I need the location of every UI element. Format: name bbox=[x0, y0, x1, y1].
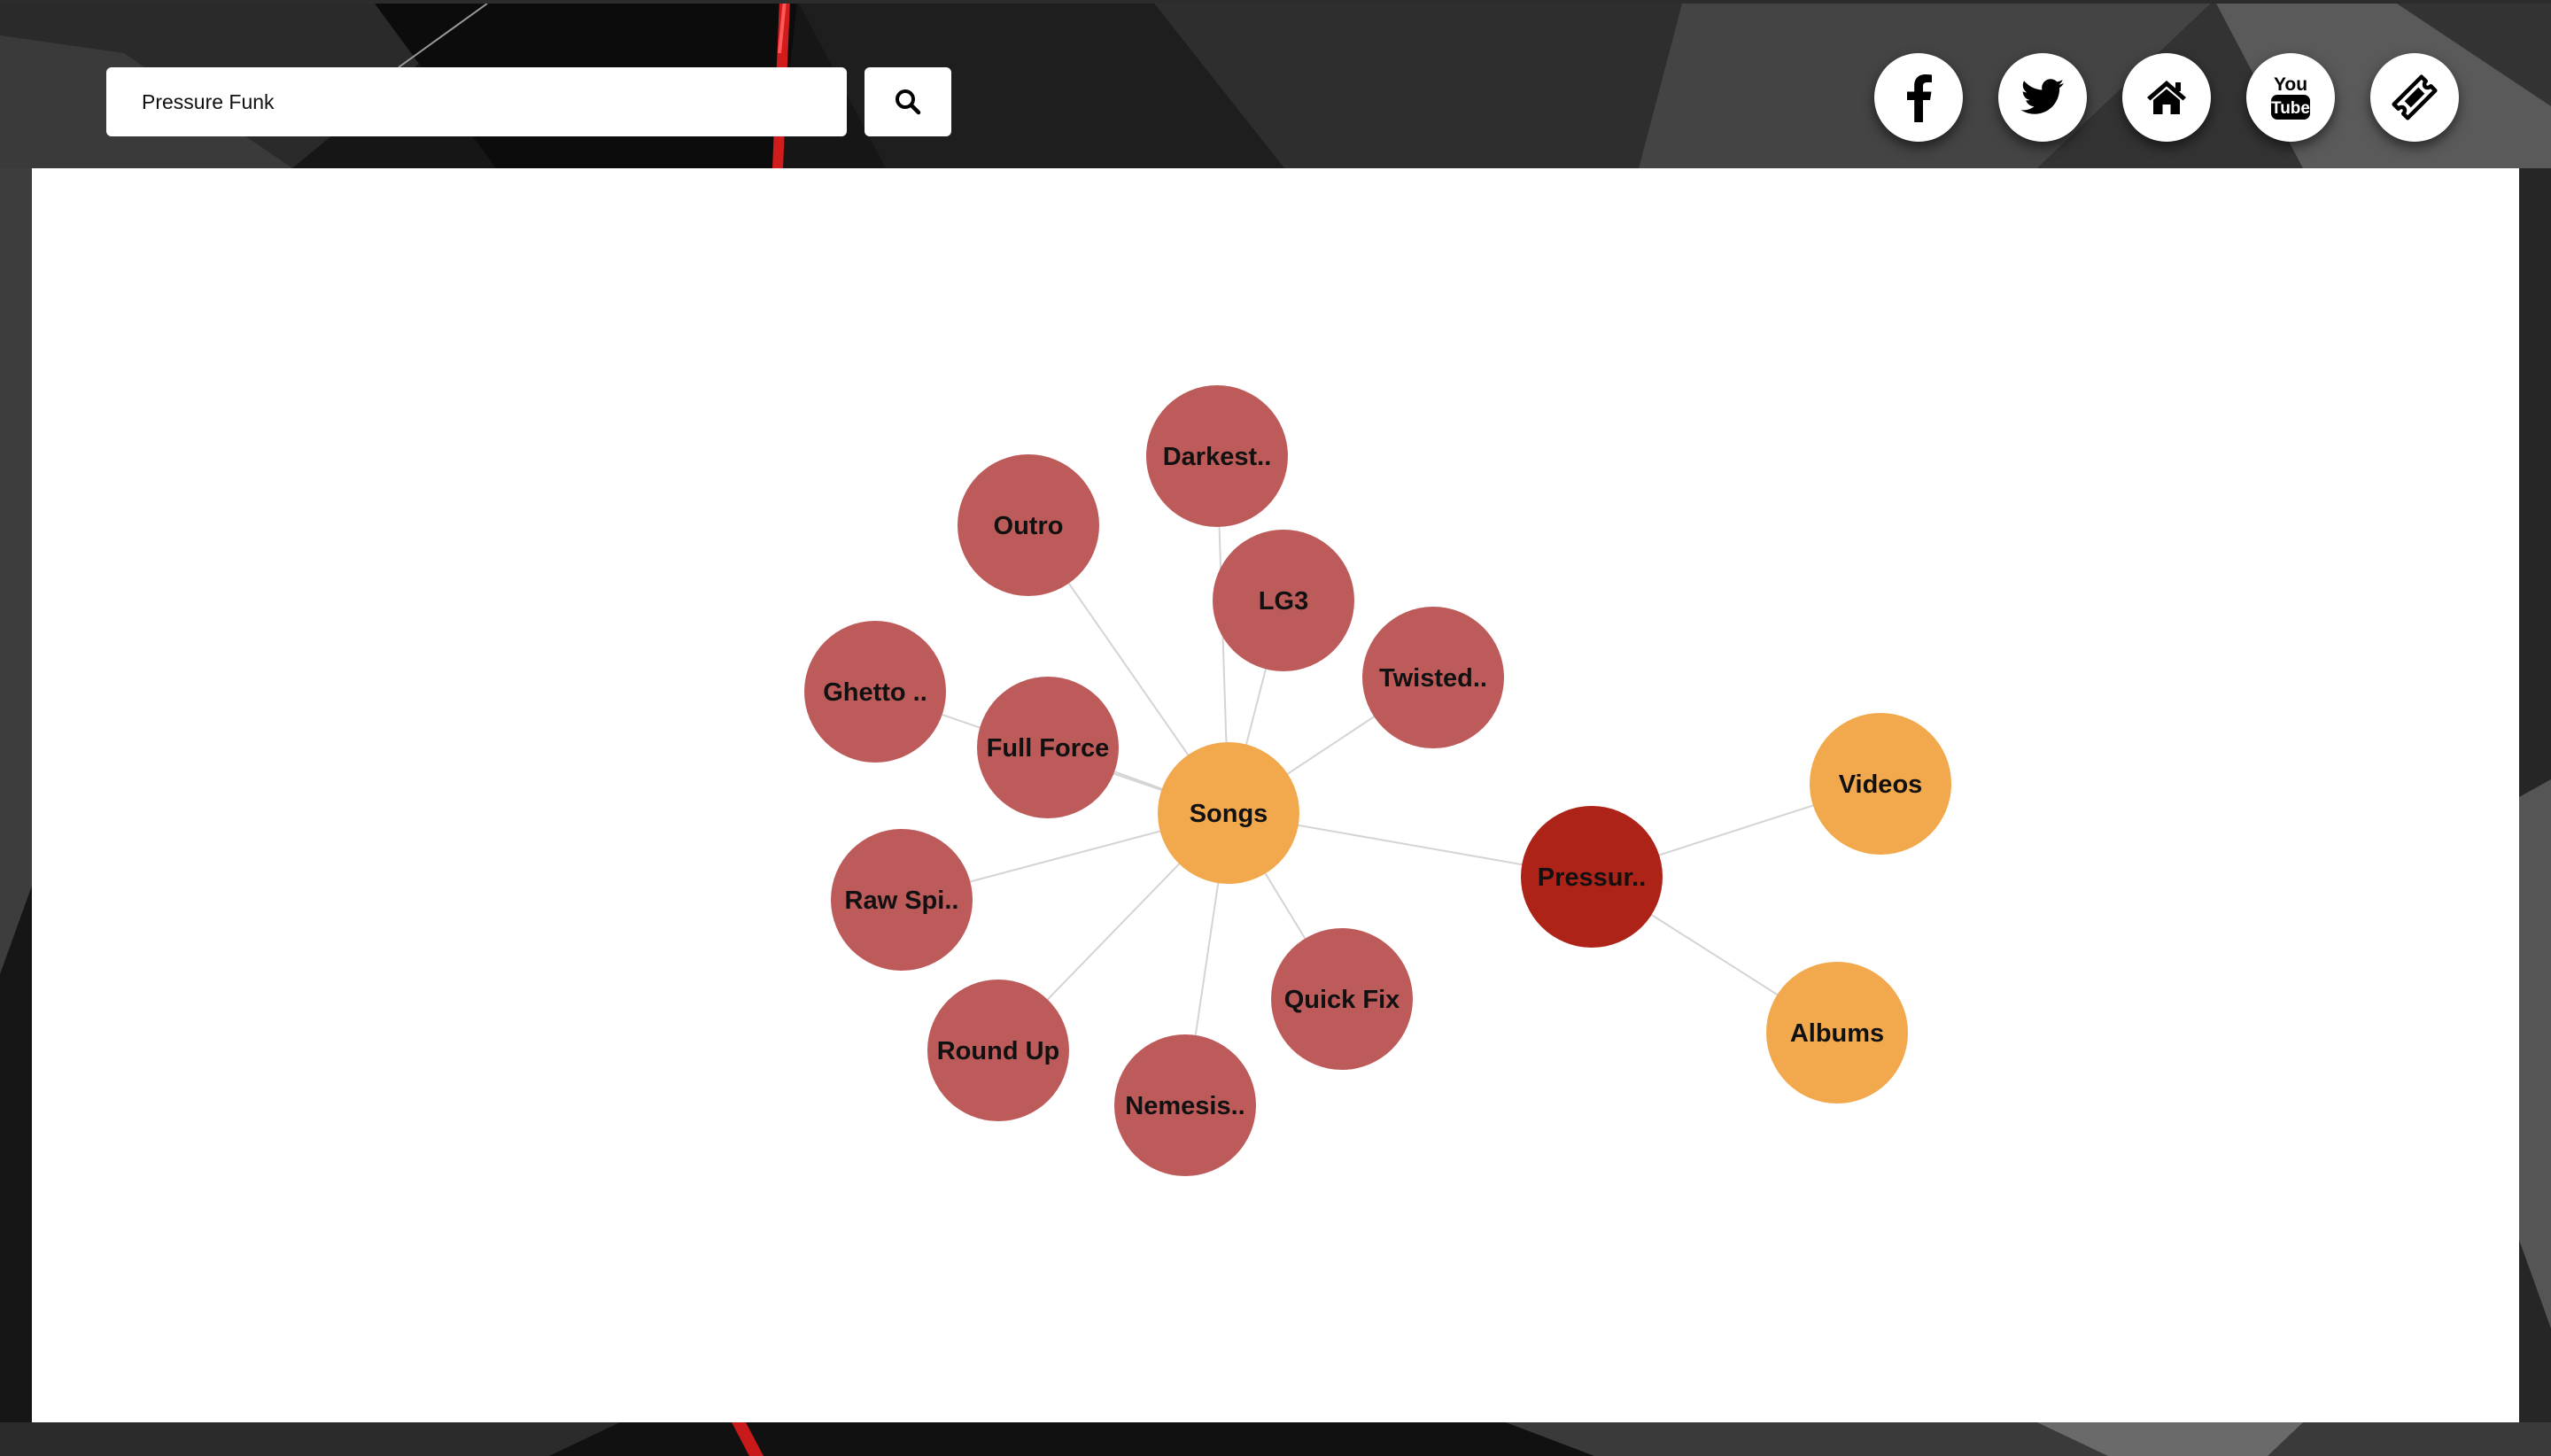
graph-node-rawspi[interactable]: Raw Spi.. bbox=[831, 829, 973, 971]
graph-node-label: Songs bbox=[1190, 800, 1268, 828]
home-button[interactable] bbox=[2122, 53, 2211, 142]
ticket-icon bbox=[2392, 74, 2438, 120]
artist-graph: Pressur.. Songs Videos Albums Darkest.. Outro… bbox=[804, 385, 1951, 1176]
graph-node-videos[interactable]: Videos bbox=[1810, 713, 1951, 855]
graph-node-label: Nemesis.. bbox=[1125, 1092, 1244, 1120]
graph-node-lg3[interactable]: LG3 bbox=[1213, 530, 1354, 671]
graph-node-ghetto[interactable]: Ghetto .. bbox=[804, 621, 946, 763]
graph-node-outro[interactable]: Outro bbox=[958, 454, 1099, 596]
graph-node-label: Full Force bbox=[987, 734, 1110, 763]
graph-node-nemesis[interactable]: Nemesis.. bbox=[1114, 1034, 1256, 1176]
facebook-icon bbox=[1907, 74, 1932, 122]
svg-text:You: You bbox=[2274, 74, 2307, 95]
youtube-button[interactable]: You Tube bbox=[2246, 53, 2335, 142]
search-icon bbox=[896, 89, 921, 115]
youtube-icon: You Tube bbox=[2271, 74, 2310, 120]
search-button[interactable] bbox=[865, 67, 951, 136]
twitter-icon bbox=[2020, 79, 2064, 114]
graph-node-label: Darkest.. bbox=[1163, 443, 1272, 471]
graph-node-label: LG3 bbox=[1259, 587, 1308, 616]
graph-node-label: Ghetto .. bbox=[823, 678, 927, 707]
graph-node-label: Raw Spi.. bbox=[845, 887, 959, 915]
twitter-button[interactable] bbox=[1998, 53, 2087, 142]
graph-nodes: Pressur.. Songs Videos Albums Darkest.. Outro… bbox=[804, 385, 1951, 1176]
graph-panel: Pressur.. Songs Videos Albums Darkest.. Outro… bbox=[32, 168, 2519, 1422]
graph-node-roundup[interactable]: Round Up bbox=[927, 980, 1069, 1121]
graph-node-label: Quick Fix bbox=[1284, 986, 1400, 1014]
graph-node-label: Videos bbox=[1839, 771, 1923, 799]
graph-node-quickfix[interactable]: Quick Fix bbox=[1271, 928, 1413, 1070]
search-input[interactable] bbox=[106, 67, 847, 136]
graph-node-twisted[interactable]: Twisted.. bbox=[1362, 607, 1504, 748]
graph-node-songs[interactable]: Songs bbox=[1158, 742, 1299, 884]
graph-node-label: Albums bbox=[1790, 1019, 1884, 1048]
graph-node-albums[interactable]: Albums bbox=[1766, 962, 1908, 1104]
graph-node-label: Pressur.. bbox=[1538, 864, 1647, 892]
graph-node-fullforce[interactable]: Full Force bbox=[977, 677, 1119, 818]
graph-node-label: Outro bbox=[994, 512, 1064, 540]
home-icon bbox=[2147, 81, 2186, 114]
svg-text:Tube: Tube bbox=[2271, 99, 2310, 118]
graph-node-darkest[interactable]: Darkest.. bbox=[1146, 385, 1288, 527]
facebook-button[interactable] bbox=[1874, 53, 1963, 142]
ticket-button[interactable] bbox=[2370, 53, 2459, 142]
graph-node-label: Twisted.. bbox=[1379, 664, 1487, 693]
graph-node-label: Round Up bbox=[937, 1037, 1060, 1065]
graph-node-artist[interactable]: Pressur.. bbox=[1521, 806, 1663, 948]
